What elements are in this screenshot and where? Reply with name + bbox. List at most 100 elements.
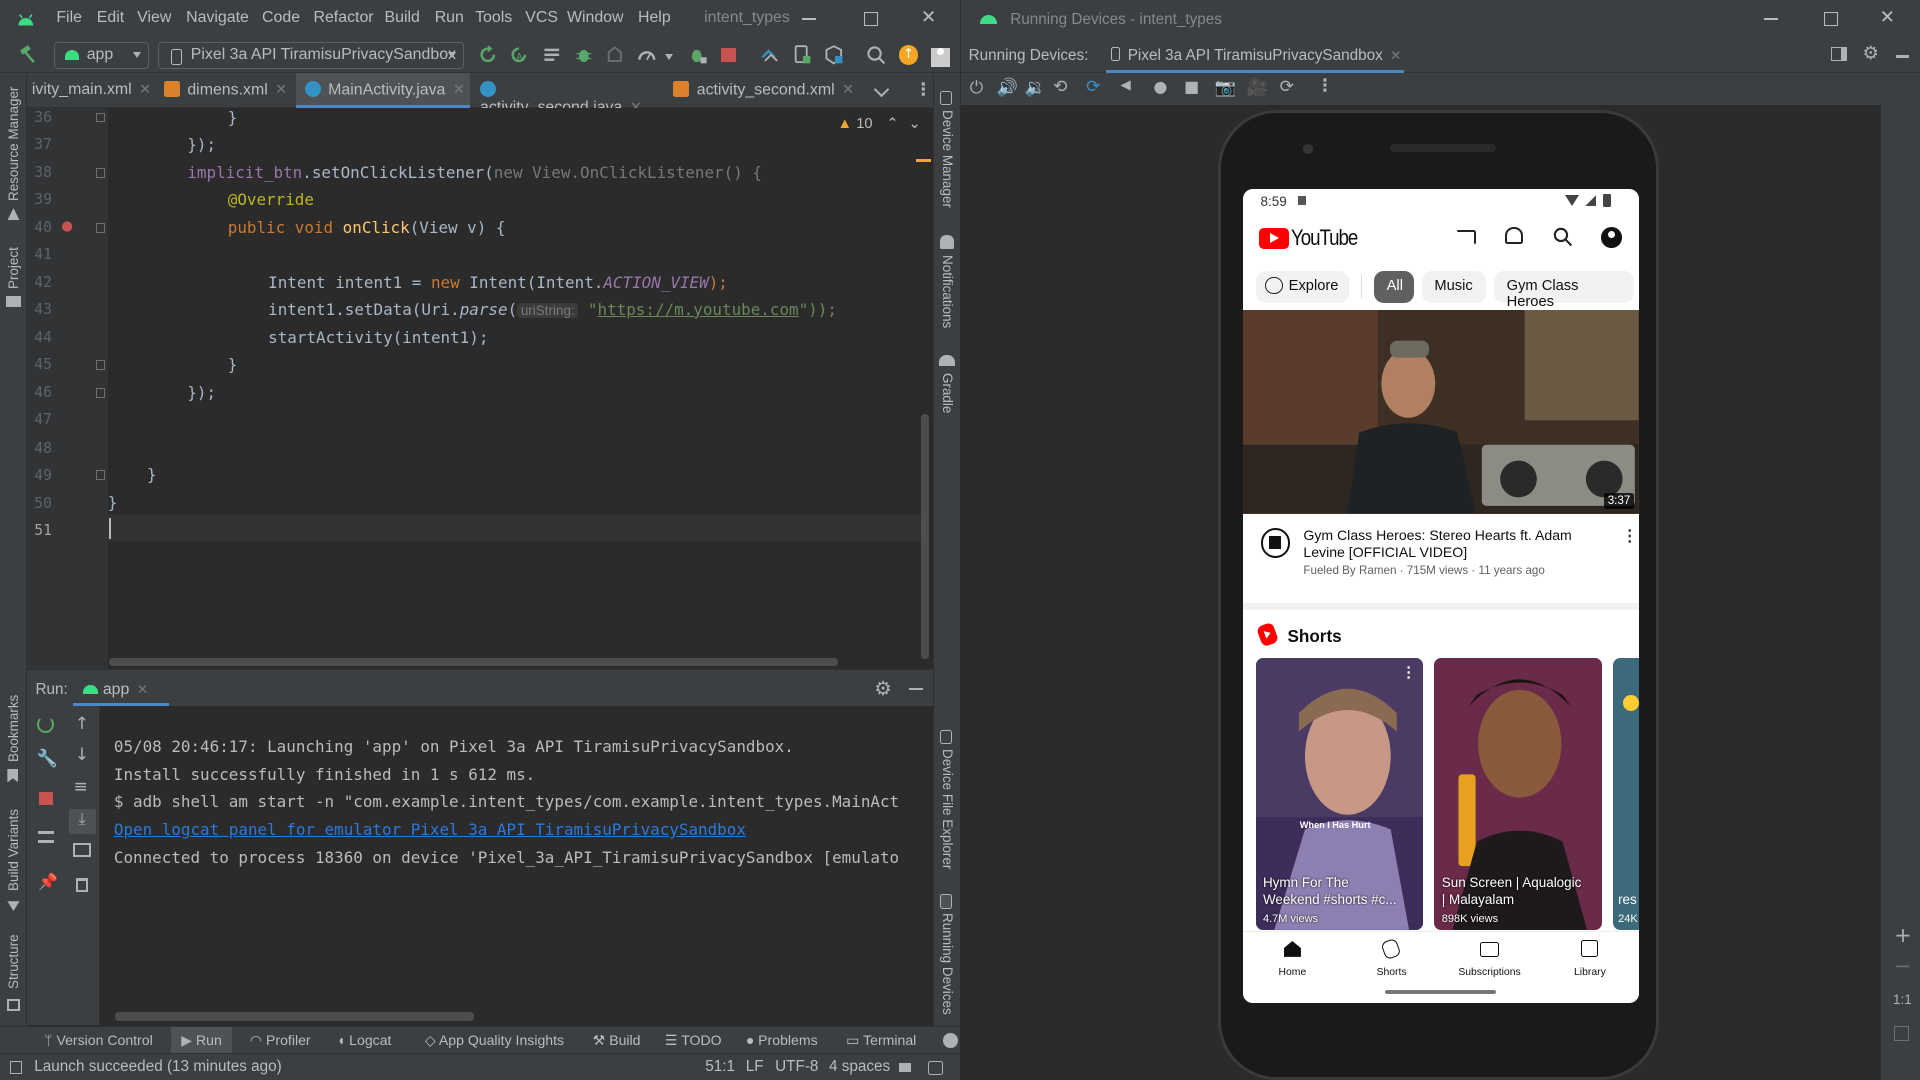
tab-mainactivity-java[interactable]: MainActivity.java ✕ [296, 73, 471, 108]
tab-dimens-xml[interactable]: dimens.xml ✕ [164, 73, 296, 107]
volume-up-icon[interactable]: 🔊 [997, 78, 1018, 98]
layout-icon[interactable] [37, 831, 54, 844]
nav-home[interactable]: Home [1256, 967, 1329, 978]
channel-avatar[interactable] [1260, 528, 1290, 558]
chip-gym-class-heroes[interactable]: Gym Class Heroes [1494, 271, 1634, 310]
tab-app-quality-insights[interactable]: ◇ App Quality Insights [425, 1032, 564, 1049]
chip-music[interactable]: Music [1422, 271, 1486, 303]
coverage-icon[interactable] [605, 45, 625, 65]
library-nav-icon[interactable] [1581, 939, 1599, 957]
sdk-manager-icon[interactable] [824, 45, 844, 65]
maximize-button[interactable] [864, 12, 878, 26]
cursor-position[interactable]: 51:1 [705, 1058, 735, 1076]
stop-icon[interactable] [719, 45, 739, 65]
maximize-button[interactable] [1824, 12, 1838, 26]
resource-manager-tab[interactable]: Resource Manager [6, 86, 21, 200]
chevron-down-icon[interactable] [873, 82, 889, 98]
layout-inspector-icon[interactable] [942, 1033, 958, 1048]
gesture-bar[interactable] [1385, 989, 1496, 994]
soft-wrap-icon[interactable]: ≡ [73, 777, 87, 797]
tab-profiler[interactable]: ◠ Profiler [250, 1032, 311, 1049]
short-card[interactable]: Sun Screen | Aqualogic | Malayalam 898K … [1434, 658, 1603, 930]
menu-file[interactable]: File [56, 9, 82, 27]
close-tab-icon[interactable]: ✕ [842, 82, 854, 98]
menu-refactor[interactable]: Refactor [313, 9, 373, 27]
wrench-icon[interactable]: 🔧 [37, 749, 58, 769]
fold-icon[interactable] [95, 167, 106, 178]
back-icon[interactable]: ◀ [1120, 78, 1130, 93]
sync-gradle-icon[interactable] [760, 45, 780, 65]
menu-code[interactable]: Code [262, 9, 300, 27]
tab-build[interactable]: ⚒ Build [593, 1032, 641, 1049]
close-tab-icon[interactable]: ✕ [275, 82, 287, 98]
fold-icon[interactable] [95, 359, 106, 370]
tab-todo[interactable]: ☰ TODO [665, 1032, 722, 1049]
menu-window[interactable]: Window [567, 9, 624, 27]
close-tab-icon[interactable]: ✕ [1390, 48, 1401, 63]
attach-debugger-icon[interactable] [687, 45, 707, 65]
status-message[interactable]: Launch succeeded (13 minutes ago) [34, 1058, 281, 1076]
apply-code-changes-icon[interactable] [542, 45, 562, 65]
menu-tools[interactable]: Tools [475, 9, 512, 27]
debug-icon[interactable] [574, 45, 594, 65]
video-title[interactable]: Gym Class Heroes: Stereo Hearts ft. Adam [1303, 527, 1571, 543]
rotate-left-icon[interactable]: ⟲ [1053, 77, 1067, 97]
device-manager-icon[interactable] [792, 45, 812, 65]
structure-tab[interactable]: Structure [6, 935, 21, 990]
fold-icon[interactable] [95, 112, 106, 123]
nav-library[interactable]: Library [1553, 967, 1626, 978]
device-file-explorer-tab[interactable]: Device File Explorer [940, 749, 955, 869]
arrow-down-icon[interactable]: ↓ [75, 745, 89, 765]
arrow-up-icon[interactable]: ↑ [75, 714, 89, 734]
device-screen[interactable]: 8:59 YouTube Explore All Music Gym Class… [1243, 189, 1639, 1004]
close-button[interactable]: ✕ [921, 7, 936, 28]
tab-ivity-main-xml[interactable]: ivity_main.xml ✕ [32, 73, 157, 107]
minimize-button[interactable] [802, 18, 816, 20]
volume-down-icon[interactable]: 🔉 [1025, 78, 1046, 98]
menu-build[interactable]: Build [384, 9, 419, 27]
menu-vcs[interactable]: VCS [525, 9, 558, 27]
build-variants-tab[interactable]: Build Variants [6, 809, 21, 891]
device-manager-tab[interactable]: Device Manager [940, 110, 955, 208]
profile-icon[interactable] [637, 45, 657, 65]
account-icon[interactable] [1600, 227, 1622, 248]
search-icon[interactable] [1553, 227, 1573, 252]
layout-toggle-icon[interactable] [1830, 46, 1847, 62]
minimize-button[interactable] [1764, 18, 1778, 20]
menu-run[interactable]: Run [435, 9, 464, 27]
stop-icon[interactable] [39, 792, 53, 806]
open-logcat-link[interactable]: Open logcat panel for emulator Pixel 3a … [114, 820, 746, 839]
screen-record-icon[interactable]: 🎥 [1247, 78, 1268, 98]
rerun-icon[interactable] [36, 716, 54, 734]
menu-view[interactable]: View [137, 9, 171, 27]
bookmarks-tab[interactable]: Bookmarks [6, 694, 21, 761]
close-tab-icon[interactable]: ✕ [139, 82, 151, 98]
tab-activity-second-java[interactable]: activity_second.java✕ [480, 73, 664, 116]
notifications-tab[interactable]: Notifications [940, 255, 955, 328]
more-vertical-icon[interactable]: ⋮ [1401, 664, 1416, 681]
rerun-icon[interactable] [478, 45, 498, 65]
avatar-icon[interactable] [930, 45, 951, 68]
rotate-right-icon[interactable]: ⟳ [1086, 77, 1100, 97]
close-tab-icon[interactable]: ✕ [137, 682, 148, 697]
actual-size-button[interactable]: 1:1 [1893, 992, 1912, 1007]
gear-icon[interactable]: ⚙ [1862, 43, 1878, 64]
tab-problems[interactable]: ● Problems [746, 1032, 818, 1048]
tab-logcat[interactable]: ◖ Logcat [337, 1032, 392, 1048]
hide-panel-icon[interactable] [908, 687, 924, 691]
update-icon[interactable]: ↑ [898, 45, 919, 65]
short-card[interactable]: res 24K [1613, 658, 1639, 930]
menu-help[interactable]: Help [638, 9, 671, 27]
code-editor[interactable]: ▲ 10 ⌃ ⌄ 36 37 38 39 40 41 42 43 44 45 46… [26, 107, 934, 669]
close-button[interactable]: ✕ [1880, 7, 1895, 28]
pin-icon[interactable]: 📌 [38, 872, 58, 891]
tab-activity-second-xml[interactable]: activity_second.xml ✕ [673, 73, 857, 107]
chevron-down-icon[interactable] [664, 53, 673, 60]
console-horizontal-scrollbar[interactable] [115, 1012, 474, 1021]
hide-panel-icon[interactable] [1895, 55, 1909, 58]
snapshot-icon[interactable]: ⟳ [1280, 77, 1294, 97]
memory-icon[interactable] [928, 1061, 943, 1075]
tab-run[interactable]: ▶ Run [171, 1027, 232, 1055]
fold-icon[interactable] [95, 222, 106, 233]
subscriptions-nav-icon[interactable] [1479, 942, 1500, 957]
